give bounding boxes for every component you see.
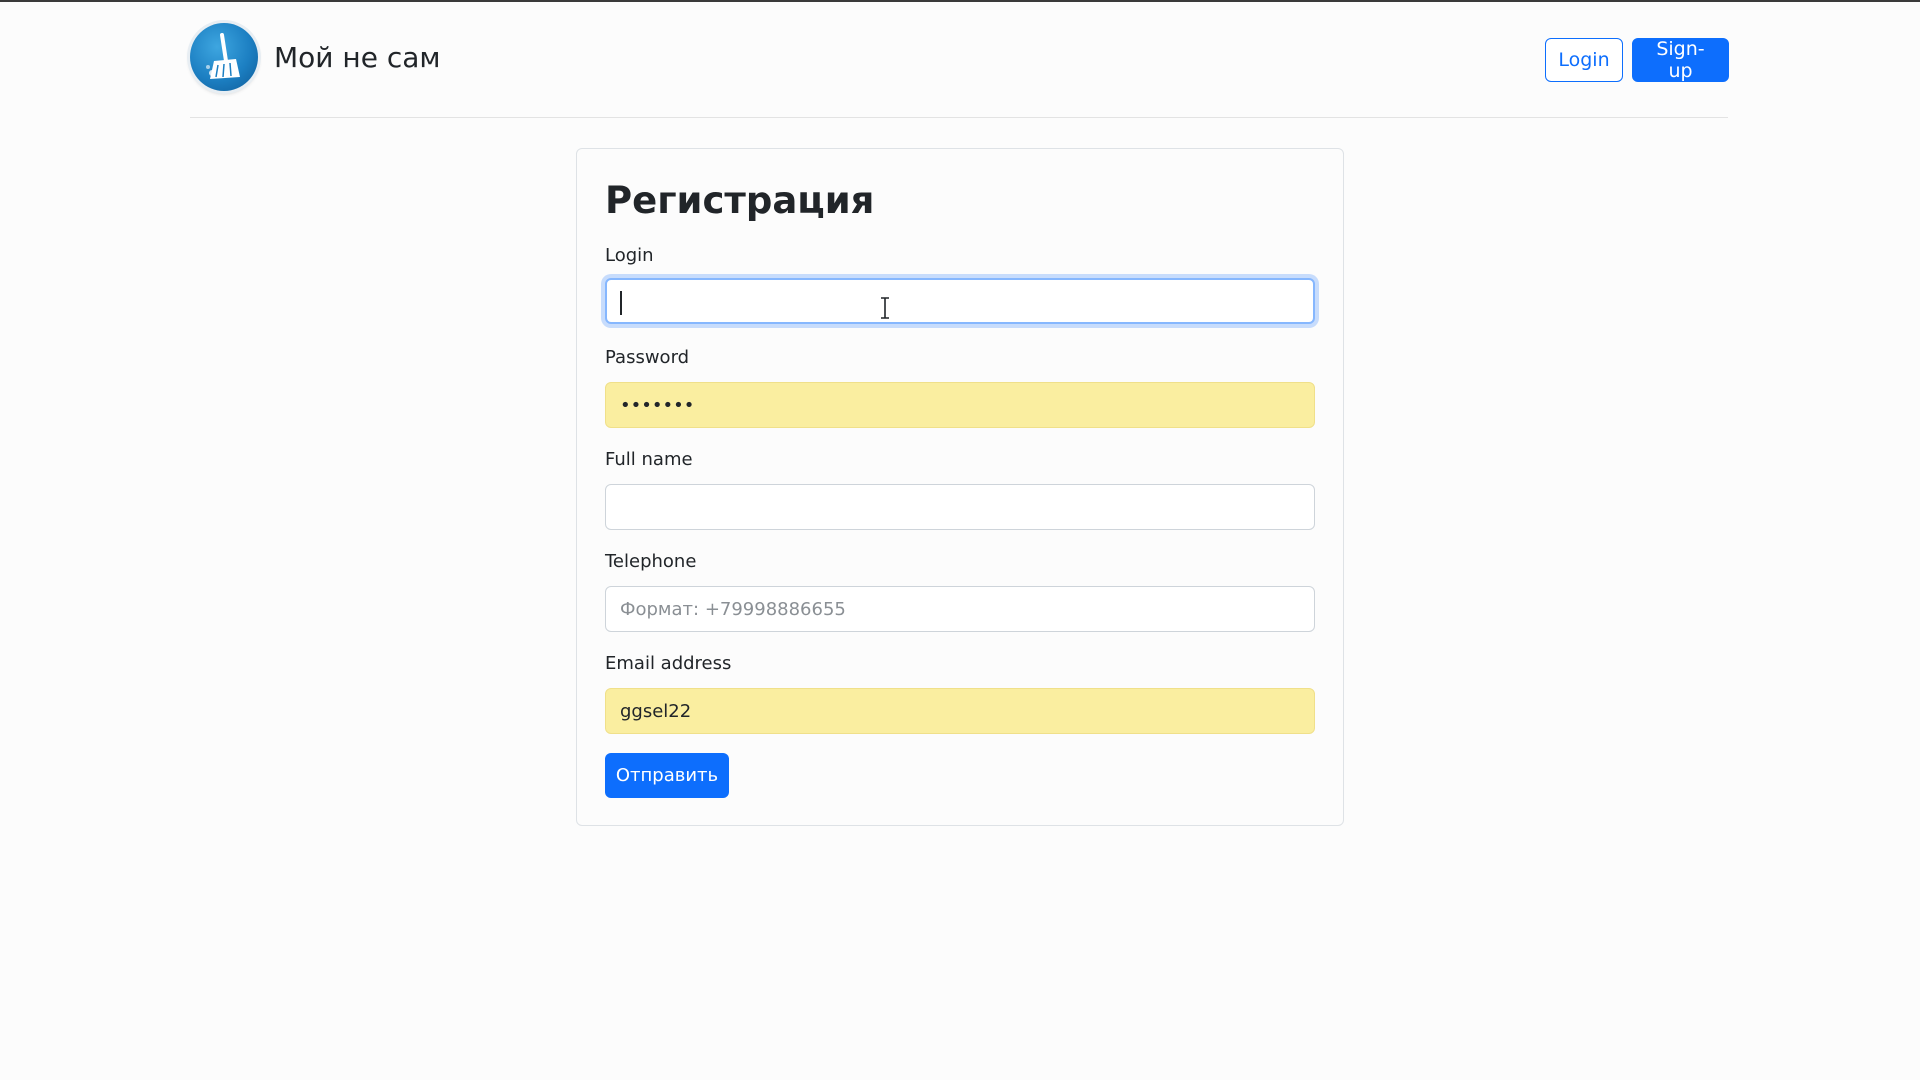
- site-header: Мой не сам Login Sign-up: [190, 20, 1729, 118]
- brand-name: Мой не сам: [274, 40, 441, 74]
- full-name-label: Full name: [605, 449, 693, 470]
- text-caret: [620, 291, 622, 315]
- password-input[interactable]: [605, 382, 1315, 428]
- email-input[interactable]: [605, 688, 1315, 734]
- page-title: Регистрация: [605, 179, 875, 222]
- ibeam-cursor-icon: [881, 297, 889, 319]
- submit-button[interactable]: Отправить: [605, 753, 729, 798]
- telephone-input[interactable]: [605, 586, 1315, 632]
- email-label: Email address: [605, 653, 732, 674]
- password-label: Password: [605, 347, 690, 368]
- broom-icon: [190, 23, 258, 91]
- login-input[interactable]: [605, 278, 1315, 324]
- registration-card: Регистрация Login Password Full name Tel…: [576, 148, 1344, 826]
- full-name-input[interactable]: [605, 484, 1315, 530]
- brand-link[interactable]: Мой не сам: [190, 23, 441, 91]
- window-top-border: [0, 0, 1920, 2]
- login-label: Login: [605, 245, 654, 266]
- signup-button[interactable]: Sign-up: [1632, 38, 1729, 82]
- telephone-label: Telephone: [605, 551, 697, 572]
- login-button[interactable]: Login: [1545, 38, 1623, 82]
